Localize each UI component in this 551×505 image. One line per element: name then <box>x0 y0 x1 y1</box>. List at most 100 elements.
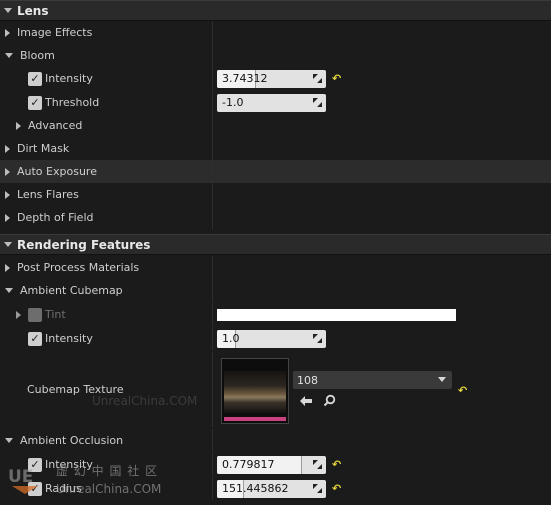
column-divider[interactable] <box>212 279 213 302</box>
column-divider[interactable] <box>212 160 213 183</box>
property-label: Intensity <box>45 72 93 85</box>
override-checkbox[interactable]: ✓ <box>28 95 42 110</box>
group-label: Post Process Materials <box>17 261 140 274</box>
group-depth-of-field[interactable]: Depth of Field <box>0 206 551 229</box>
column-divider[interactable] <box>212 21 213 44</box>
group-bloom[interactable]: Bloom <box>0 44 551 67</box>
group-label: Lens Flares <box>17 188 79 201</box>
property-bloom-threshold: ✓ Threshold -1.0 <box>0 91 551 114</box>
cubemap-intensity-field[interactable]: 1.0 <box>217 329 326 348</box>
details-panel: Lens Image Effects Bloom ✓ Intensity 3.7… <box>0 0 551 505</box>
override-checkbox[interactable]: ✓ <box>28 71 42 86</box>
column-divider[interactable] <box>212 114 213 137</box>
category-title: Lens <box>17 3 49 18</box>
expand-arrow-icon <box>5 190 10 199</box>
ao-intensity-field[interactable]: 0.779817 <box>217 455 326 474</box>
expand-arrow-icon <box>5 167 10 176</box>
chevron-down-icon <box>438 377 446 382</box>
collapse-arrow-icon <box>5 288 13 293</box>
group-label: Ambient Occlusion <box>20 434 124 447</box>
resize-handle-icon[interactable] <box>313 459 322 469</box>
property-cubemap-intensity: ✓ Intensity 1.0 <box>0 327 551 350</box>
column-divider[interactable] <box>212 183 213 206</box>
resize-handle-icon[interactable] <box>313 73 322 83</box>
column-divider[interactable] <box>212 327 213 350</box>
column-divider[interactable] <box>212 206 213 229</box>
category-rendering-features[interactable]: Rendering Features <box>0 234 551 255</box>
expand-arrow-icon <box>5 28 10 37</box>
group-label: Bloom <box>20 49 55 62</box>
collapse-arrow-icon <box>5 438 13 443</box>
category-lens[interactable]: Lens <box>0 0 551 21</box>
svg-text:UE: UE <box>8 467 33 487</box>
expand-arrow-icon <box>5 213 10 222</box>
group-advanced[interactable]: Advanced <box>0 114 551 137</box>
group-label: Dirt Mask <box>17 142 70 155</box>
group-auto-exposure[interactable]: Auto Exposure <box>0 160 551 183</box>
property-label: Intensity <box>45 332 93 345</box>
collapse-arrow-icon <box>4 8 12 13</box>
group-post-process-materials[interactable]: Post Process Materials <box>0 256 551 279</box>
tint-color-swatch[interactable] <box>217 308 456 321</box>
group-label: Auto Exposure <box>17 165 97 178</box>
resize-handle-icon[interactable] <box>313 333 322 343</box>
column-divider[interactable] <box>212 429 213 452</box>
group-ambient-cubemap[interactable]: Ambient Cubemap <box>0 279 551 302</box>
resize-handle-icon[interactable] <box>313 483 322 493</box>
column-divider[interactable] <box>212 453 213 476</box>
column-divider[interactable] <box>212 67 213 90</box>
expand-arrow-icon <box>16 121 21 130</box>
property-tint: Tint <box>0 303 551 326</box>
reset-to-default-icon[interactable]: ↶ <box>332 72 341 85</box>
field-value: 151.445862 <box>222 482 289 495</box>
column-divider[interactable] <box>212 44 213 67</box>
group-ambient-occlusion[interactable]: Ambient Occlusion <box>0 429 551 452</box>
override-checkbox[interactable] <box>28 307 42 322</box>
unreal-china-logo-icon: UE <box>8 467 38 494</box>
field-value: -1.0 <box>222 96 244 109</box>
ao-radius-field[interactable]: 151.445862 <box>217 479 326 498</box>
cubemap-texture-thumbnail[interactable] <box>221 358 289 424</box>
texture-preview-image <box>224 371 286 413</box>
field-value: 0.779817 <box>222 458 275 471</box>
property-label: Threshold <box>45 96 100 109</box>
property-bloom-intensity: ✓ Intensity 3.74312 ↶ <box>0 67 551 90</box>
expand-arrow-icon <box>5 263 10 272</box>
category-title: Rendering Features <box>17 237 151 252</box>
expand-arrow-icon <box>5 144 10 153</box>
expand-arrow-icon[interactable] <box>16 310 21 319</box>
bloom-intensity-field[interactable]: 3.74312 <box>217 69 326 88</box>
resize-handle-icon[interactable] <box>313 97 322 107</box>
watermark-site-faint: UnrealChina.COM <box>92 394 198 408</box>
group-lens-flares[interactable]: Lens Flares <box>0 183 551 206</box>
group-dirt-mask[interactable]: Dirt Mask <box>0 137 551 160</box>
group-label: Ambient Cubemap <box>20 284 123 297</box>
column-divider[interactable] <box>212 352 213 427</box>
override-checkbox[interactable]: ✓ <box>28 331 42 346</box>
group-label: Advanced <box>28 119 83 132</box>
arrow-left-icon[interactable] <box>299 395 313 407</box>
column-divider[interactable] <box>212 256 213 279</box>
property-label: Tint <box>45 308 66 321</box>
group-label: Depth of Field <box>17 211 94 224</box>
column-divider[interactable] <box>212 137 213 160</box>
group-image-effects[interactable]: Image Effects <box>0 21 551 44</box>
column-divider[interactable] <box>212 303 213 326</box>
collapse-arrow-icon <box>4 242 12 247</box>
group-label: Image Effects <box>17 26 93 39</box>
reset-to-default-icon[interactable]: ↶ <box>332 482 341 495</box>
field-value: 1.0 <box>222 332 240 345</box>
watermark-cn-text: 虚 幻 中 国 社 区 <box>56 464 159 478</box>
collapse-arrow-icon <box>5 53 13 58</box>
combo-value: 108 <box>297 373 318 387</box>
reset-to-default-icon[interactable]: ↶ <box>458 384 467 397</box>
cubemap-asset-combo[interactable]: 108 <box>293 371 452 389</box>
column-divider[interactable] <box>212 91 213 114</box>
bloom-threshold-field[interactable]: -1.0 <box>217 93 326 112</box>
reset-to-default-icon[interactable]: ↶ <box>332 458 341 471</box>
search-icon[interactable] <box>323 394 336 407</box>
column-divider[interactable] <box>212 477 213 500</box>
field-value: 3.74312 <box>222 72 268 85</box>
watermark-site: UnrealChina.COM <box>56 482 162 496</box>
texture-type-bar <box>224 417 286 421</box>
